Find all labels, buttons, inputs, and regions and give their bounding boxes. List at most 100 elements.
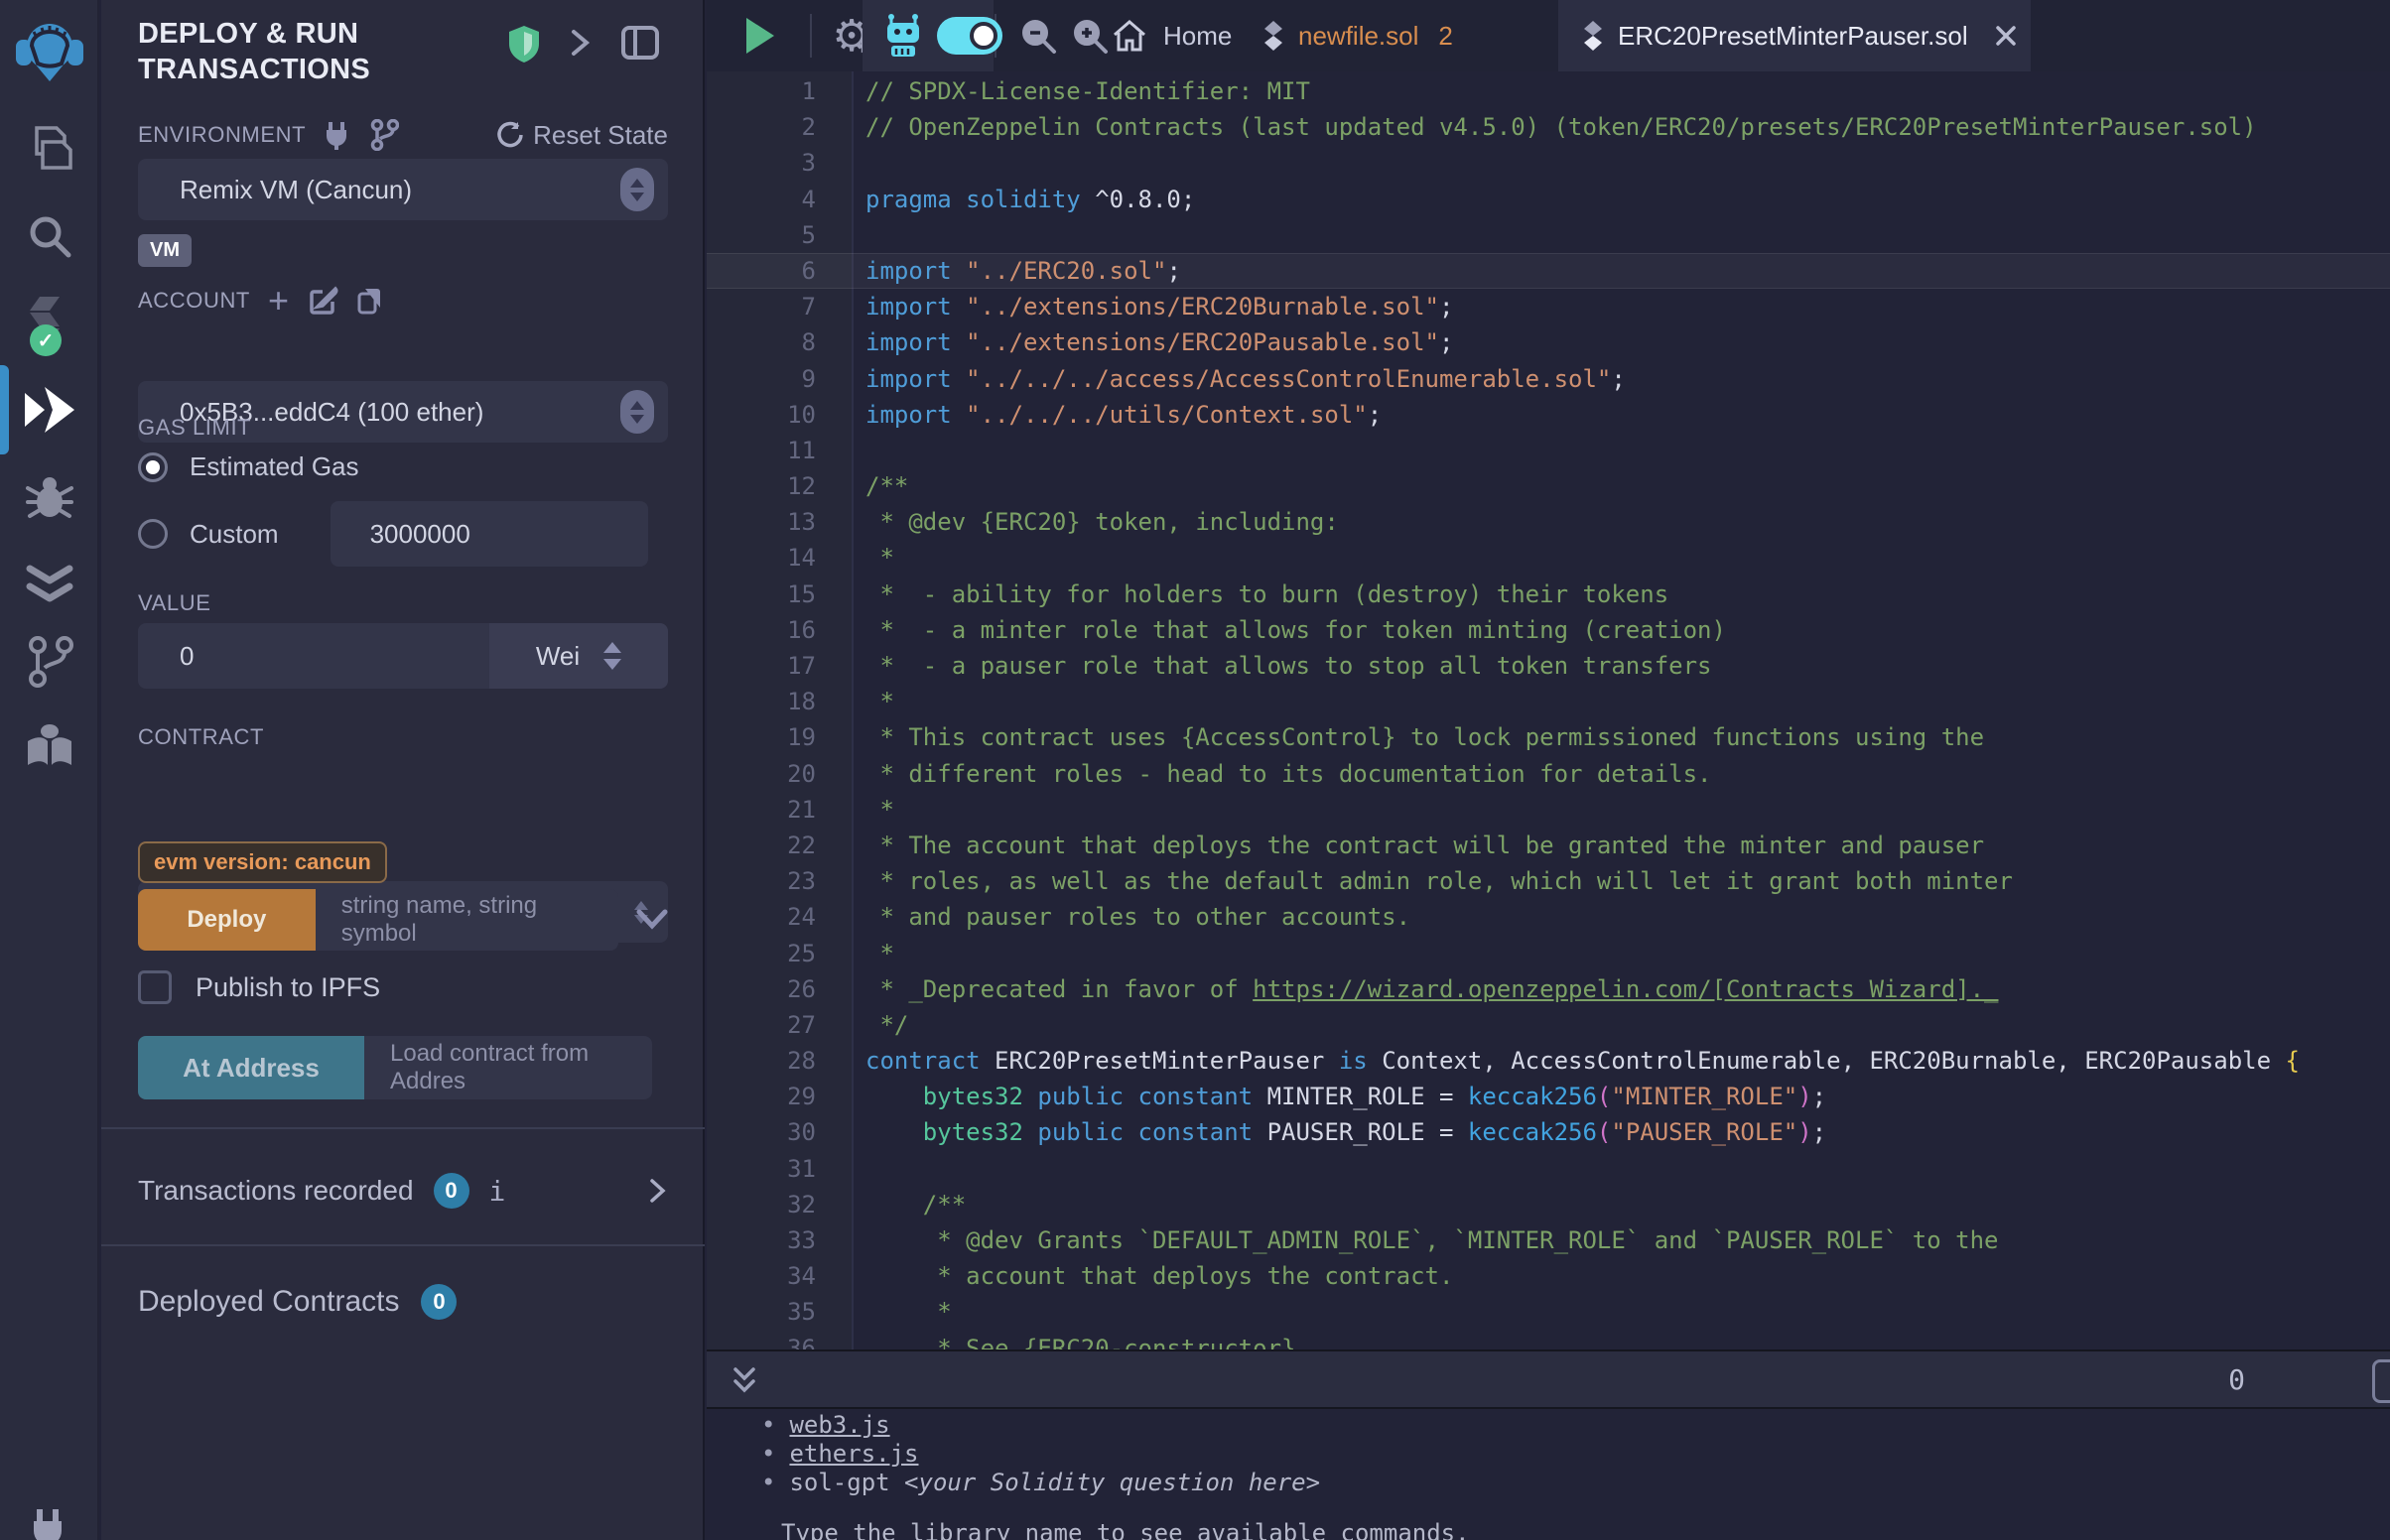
terminal-list-item[interactable]: •ethers.js (707, 1440, 2390, 1469)
custom-gas-label: Custom (190, 519, 279, 550)
learneth-icon[interactable] (0, 716, 99, 778)
unit-testing-icon[interactable] (0, 558, 99, 613)
zoom-in-icon[interactable] (1062, 0, 1118, 71)
section-divider (101, 1244, 705, 1246)
run-script-icon[interactable] (734, 0, 784, 71)
line-number: 26 (707, 971, 816, 1007)
code-line: 3 (707, 145, 2390, 181)
transactions-count-badge: 0 (434, 1173, 469, 1209)
edit-account-icon[interactable] (309, 286, 338, 316)
zoom-out-icon[interactable] (1010, 0, 1066, 71)
code-line: 5 (707, 217, 2390, 253)
line-number: 32 (707, 1187, 816, 1222)
line-number: 11 (707, 433, 816, 468)
toolbar-divider (810, 14, 812, 58)
line-number: 5 (707, 217, 816, 253)
terminal-output: •web3.js •ethers.js •sol-gpt <your Solid… (707, 1411, 2390, 1540)
remixai-robot-icon[interactable] (873, 0, 933, 71)
at-address-input[interactable]: Load contract from Addres (364, 1036, 652, 1099)
editor-main: ⚙▶ (707, 0, 2390, 1540)
deploy-args-input[interactable]: string name, string symbol (316, 889, 618, 951)
terminal-list-item[interactable]: •web3.js (707, 1411, 2390, 1440)
value-input[interactable]: 0 (138, 623, 489, 689)
line-number: 18 (707, 684, 816, 719)
chevron-down-icon[interactable] (636, 909, 668, 931)
icon-sidebar: ✓ (0, 0, 99, 1540)
info-icon[interactable]: i (489, 1175, 506, 1208)
line-number: 15 (707, 577, 816, 612)
line-number: 25 (707, 936, 816, 971)
code-line: 36 * See {ERC20-constructor}. (707, 1331, 2390, 1349)
value-unit-select[interactable]: Wei (489, 623, 668, 689)
line-number: 19 (707, 719, 816, 755)
vm-badge: VM (138, 234, 192, 267)
plugin-manager-icon[interactable] (0, 1506, 99, 1540)
estimated-gas-label: Estimated Gas (190, 451, 359, 482)
solidity-file-icon (1262, 21, 1284, 51)
code-editor[interactable]: 1// SPDX-License-Identifier: MIT2// Open… (707, 71, 2390, 1349)
debugger-icon[interactable] (0, 468, 99, 528)
code-line: 26 * _Deprecated in favor of https://wiz… (707, 971, 2390, 1007)
line-number: 8 (707, 324, 816, 360)
code-line: 19 * This contract uses {AccessControl} … (707, 719, 2390, 755)
code-line: 2// OpenZeppelin Contracts (last updated… (707, 109, 2390, 145)
tab-newfile[interactable]: newfile.sol 2 (1262, 0, 1453, 71)
remix-app: ✓ (0, 0, 2390, 1540)
line-number: 31 (707, 1151, 816, 1187)
deployed-count-badge: 0 (421, 1284, 457, 1320)
line-number: 14 (707, 540, 816, 576)
copy-account-icon[interactable] (356, 286, 384, 316)
line-number: 33 (707, 1222, 816, 1258)
add-account-icon[interactable]: + (268, 286, 289, 316)
collapse-terminal-icon[interactable] (723, 1351, 766, 1411)
solidity-compiler-icon[interactable]: ✓ (0, 288, 99, 357)
environment-select[interactable]: Remix VM (Cancun) (138, 159, 668, 220)
line-number: 12 (707, 468, 816, 504)
tab-erc20presetminterpauser[interactable]: ERC20PresetMinterPauser.sol (1558, 0, 2031, 71)
value-label: VALUE (138, 590, 211, 615)
line-number: 35 (707, 1294, 816, 1330)
pin-panel-icon[interactable] (569, 24, 593, 62)
fork-state-icon[interactable] (369, 119, 399, 151)
select-spinner-icon (620, 168, 654, 211)
code-line: 4pragma solidity ^0.8.0; (707, 182, 2390, 217)
close-tab-icon[interactable] (1994, 24, 2018, 48)
code-line: 17 * - a pauser role that allows to stop… (707, 648, 2390, 684)
terminal-search-input[interactable] (2372, 1359, 2390, 1403)
code-line: 18 * (707, 684, 2390, 719)
code-line: 33 * @dev Grants `DEFAULT_ADMIN_ROLE`, `… (707, 1222, 2390, 1258)
search-icon[interactable] (0, 206, 99, 266)
tab-home[interactable]: Home (1112, 0, 1232, 71)
custom-gas-radio[interactable] (138, 519, 168, 549)
code-line: 23 * roles, as well as the default admin… (707, 863, 2390, 899)
publish-ipfs-checkbox[interactable] (138, 970, 172, 1004)
line-number: 9 (707, 361, 816, 397)
estimated-gas-radio[interactable] (138, 452, 168, 482)
line-number: 23 (707, 863, 816, 899)
expand-transactions-icon[interactable] (648, 1176, 668, 1206)
at-address-button[interactable]: At Address (138, 1036, 364, 1099)
solidity-file-icon (1582, 21, 1604, 51)
file-explorer-icon[interactable] (0, 117, 99, 181)
deploy-and-run-icon[interactable] (0, 377, 99, 443)
line-number: 29 (707, 1079, 816, 1114)
remix-logo-icon[interactable] (0, 14, 99, 89)
code-line: 8import "../extensions/ERC20Pausable.sol… (707, 324, 2390, 360)
custom-gas-input[interactable]: 3000000 (331, 501, 648, 567)
line-number: 17 (707, 648, 816, 684)
line-number: 36 (707, 1331, 816, 1349)
line-number: 10 (707, 397, 816, 433)
line-number: 3 (707, 145, 816, 181)
plug-icon[interactable] (322, 120, 351, 150)
line-number: 6 (707, 253, 816, 289)
reset-state-button[interactable]: Reset State (495, 120, 668, 151)
layout-panel-icon[interactable] (620, 24, 660, 62)
remixai-toggle[interactable] (935, 0, 1004, 71)
git-icon[interactable] (0, 633, 99, 691)
code-line: 28contract ERC20PresetMinterPauser is Co… (707, 1043, 2390, 1079)
deploy-button[interactable]: Deploy (138, 889, 316, 951)
code-line: 21 * (707, 792, 2390, 828)
editor-topbar: ⚙▶ (707, 0, 2390, 71)
code-line: 30 bytes32 public constant PAUSER_ROLE =… (707, 1114, 2390, 1150)
line-number: 4 (707, 182, 816, 217)
